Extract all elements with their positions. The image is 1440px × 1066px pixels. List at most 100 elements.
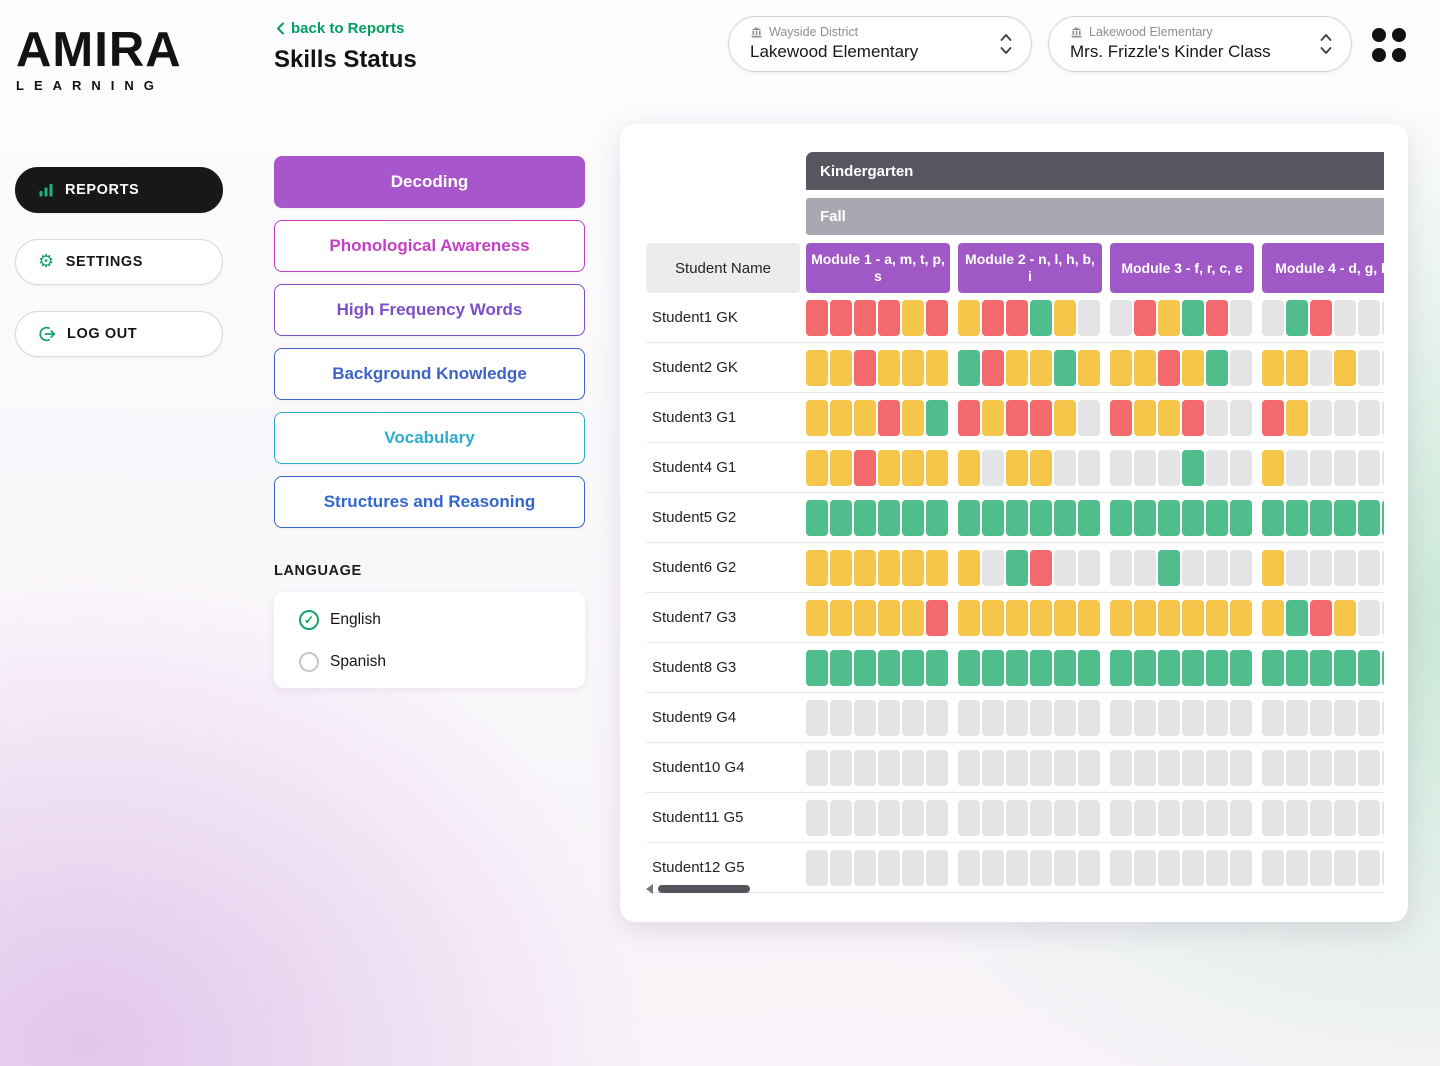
skill-status-cell[interactable]: [878, 550, 900, 586]
skill-status-cell[interactable]: [1262, 350, 1284, 386]
skill-status-cell[interactable]: [854, 850, 876, 886]
skill-status-cell[interactable]: [1078, 800, 1100, 836]
skill-status-cell[interactable]: [1358, 500, 1380, 536]
skill-status-cell[interactable]: [806, 500, 828, 536]
district-school-selector[interactable]: Wayside District Lakewood Elementary: [728, 16, 1032, 72]
scrollbar-thumb[interactable]: [658, 885, 750, 893]
radio-unchecked-icon[interactable]: [299, 652, 319, 672]
skill-status-cell[interactable]: [1262, 550, 1284, 586]
skill-status-cell[interactable]: [1078, 550, 1100, 586]
skill-status-cell[interactable]: [1262, 600, 1284, 636]
skill-status-cell[interactable]: [982, 400, 1004, 436]
skill-status-cell[interactable]: [1310, 300, 1332, 336]
skill-status-cell[interactable]: [1262, 750, 1284, 786]
skill-status-cell[interactable]: [1286, 850, 1308, 886]
skill-status-cell[interactable]: [1006, 500, 1028, 536]
skill-status-cell[interactable]: [1358, 550, 1380, 586]
skill-status-cell[interactable]: [1230, 550, 1252, 586]
skill-status-cell[interactable]: [806, 350, 828, 386]
skill-status-cell[interactable]: [1134, 300, 1156, 336]
skill-status-cell[interactable]: [1134, 400, 1156, 436]
skill-status-cell[interactable]: [806, 800, 828, 836]
skill-status-cell[interactable]: [1230, 300, 1252, 336]
skill-status-cell[interactable]: [1182, 850, 1204, 886]
skill-status-cell[interactable]: [1078, 600, 1100, 636]
skill-status-cell[interactable]: [1134, 450, 1156, 486]
skill-status-cell[interactable]: [1030, 450, 1052, 486]
skill-status-cell[interactable]: [1030, 700, 1052, 736]
skill-status-cell[interactable]: [1382, 450, 1384, 486]
skill-status-cell[interactable]: [1206, 850, 1228, 886]
skill-status-cell[interactable]: [1206, 300, 1228, 336]
skill-status-cell[interactable]: [1158, 350, 1180, 386]
skill-status-cell[interactable]: [806, 700, 828, 736]
skill-status-cell[interactable]: [926, 350, 948, 386]
sidebar-item-logout[interactable]: LOG OUT: [15, 311, 223, 357]
skill-status-cell[interactable]: [1006, 400, 1028, 436]
skill-status-cell[interactable]: [1030, 400, 1052, 436]
skill-status-cell[interactable]: [878, 500, 900, 536]
skill-status-cell[interactable]: [1054, 850, 1076, 886]
skill-status-cell[interactable]: [1182, 650, 1204, 686]
skill-status-cell[interactable]: [958, 700, 980, 736]
skill-status-cell[interactable]: [1358, 300, 1380, 336]
skill-status-cell[interactable]: [1134, 500, 1156, 536]
skill-status-cell[interactable]: [902, 450, 924, 486]
skill-status-cell[interactable]: [878, 650, 900, 686]
skill-status-cell[interactable]: [1358, 700, 1380, 736]
skill-filter-high-frequency-words[interactable]: High Frequency Words: [274, 284, 585, 336]
skill-status-cell[interactable]: [1286, 800, 1308, 836]
sidebar-item-reports[interactable]: REPORTS: [15, 167, 223, 213]
skill-status-cell[interactable]: [1182, 500, 1204, 536]
sidebar-item-settings[interactable]: ⚙ SETTINGS: [15, 239, 223, 285]
skill-status-cell[interactable]: [1206, 500, 1228, 536]
skill-status-cell[interactable]: [1054, 350, 1076, 386]
skill-status-cell[interactable]: [1110, 350, 1132, 386]
skill-status-cell[interactable]: [1078, 450, 1100, 486]
skill-status-cell[interactable]: [926, 550, 948, 586]
skill-status-cell[interactable]: [1334, 500, 1356, 536]
horizontal-scrollbar[interactable]: [646, 884, 750, 894]
skill-status-cell[interactable]: [1182, 550, 1204, 586]
skill-status-cell[interactable]: [1334, 450, 1356, 486]
skill-status-cell[interactable]: [1262, 850, 1284, 886]
skill-status-cell[interactable]: [878, 750, 900, 786]
skill-status-cell[interactable]: [854, 800, 876, 836]
skill-status-cell[interactable]: [1358, 400, 1380, 436]
skill-status-cell[interactable]: [1262, 300, 1284, 336]
skill-status-cell[interactable]: [1110, 750, 1132, 786]
skill-status-cell[interactable]: [1134, 550, 1156, 586]
skill-status-cell[interactable]: [1158, 600, 1180, 636]
skill-status-cell[interactable]: [1334, 400, 1356, 436]
skill-status-cell[interactable]: [926, 450, 948, 486]
skill-status-cell[interactable]: [854, 350, 876, 386]
skill-status-cell[interactable]: [926, 600, 948, 636]
skill-status-cell[interactable]: [806, 850, 828, 886]
skill-status-cell[interactable]: [1206, 650, 1228, 686]
skill-status-cell[interactable]: [1054, 750, 1076, 786]
apps-menu-icon[interactable]: [1372, 28, 1406, 62]
skill-status-cell[interactable]: [854, 400, 876, 436]
skill-status-cell[interactable]: [982, 700, 1004, 736]
skill-status-cell[interactable]: [1006, 600, 1028, 636]
skill-filter-decoding[interactable]: Decoding: [274, 156, 585, 208]
skill-status-cell[interactable]: [982, 750, 1004, 786]
skill-status-cell[interactable]: [926, 650, 948, 686]
skill-status-cell[interactable]: [854, 750, 876, 786]
skill-status-cell[interactable]: [1230, 750, 1252, 786]
language-option-english[interactable]: English: [274, 599, 585, 641]
skill-status-cell[interactable]: [1006, 450, 1028, 486]
skill-status-cell[interactable]: [1206, 550, 1228, 586]
skill-status-cell[interactable]: [958, 850, 980, 886]
skill-status-cell[interactable]: [1182, 300, 1204, 336]
skill-status-cell[interactable]: [878, 600, 900, 636]
skill-status-cell[interactable]: [1182, 400, 1204, 436]
skill-status-cell[interactable]: [982, 800, 1004, 836]
skill-status-cell[interactable]: [1006, 850, 1028, 886]
skill-status-cell[interactable]: [854, 450, 876, 486]
skill-status-cell[interactable]: [1286, 700, 1308, 736]
skill-status-cell[interactable]: [1310, 800, 1332, 836]
skill-status-cell[interactable]: [1334, 700, 1356, 736]
skill-status-cell[interactable]: [1110, 300, 1132, 336]
skill-status-cell[interactable]: [1006, 750, 1028, 786]
